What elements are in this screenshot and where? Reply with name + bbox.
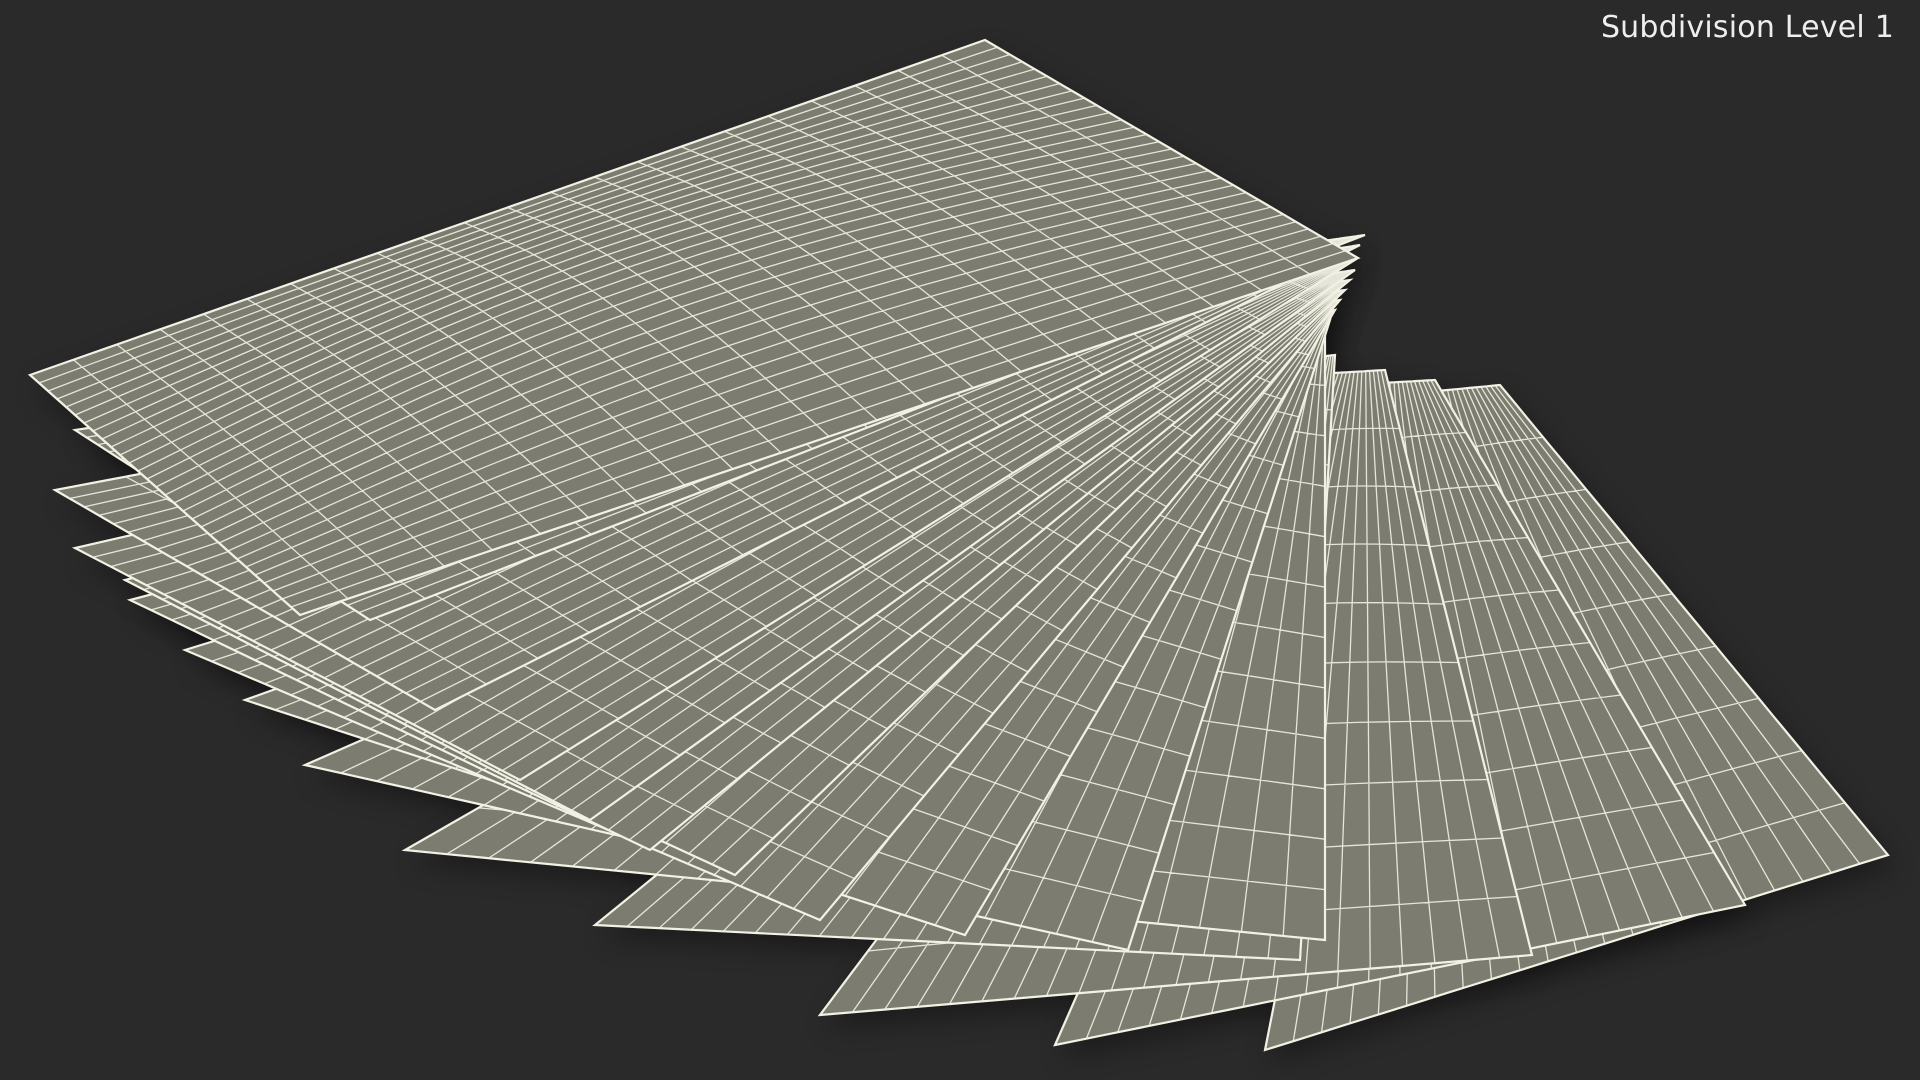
3d-viewport: Subdivision Level 1 (0, 0, 1920, 1080)
paper-sheets-render (27, 38, 1894, 1062)
paper-sheet-stack (27, 38, 1890, 1052)
subdivision-level-label: Subdivision Level 1 (1600, 10, 1894, 45)
